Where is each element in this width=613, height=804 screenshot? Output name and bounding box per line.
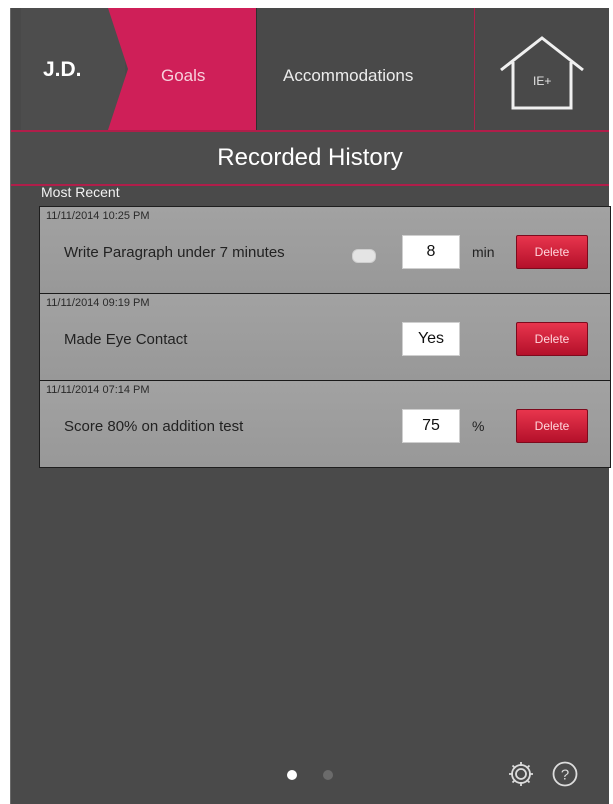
settings-icon[interactable] (507, 760, 535, 788)
delete-button[interactable]: Delete (516, 235, 588, 269)
record-title: Write Paragraph under 7 minutes (64, 244, 285, 261)
home-label: IE+ (533, 74, 552, 88)
record-title: Score 80% on addition test (64, 418, 244, 435)
app-screen: J.D. Goals Accommodations IE+ Recorded H… (10, 8, 611, 804)
student-initials: J.D. (43, 58, 82, 81)
top-nav: J.D. Goals Accommodations IE+ (11, 8, 609, 132)
svg-text:?: ? (561, 767, 569, 784)
delete-button[interactable]: Delete (516, 409, 588, 443)
record-unit: % (472, 418, 485, 434)
list-item: 11/11/2014 10:25 PM Write Paragraph unde… (40, 207, 610, 294)
tab-accommodations-label: Accommodations (283, 66, 414, 85)
history-list: 11/11/2014 10:25 PM Write Paragraph unde… (39, 206, 611, 468)
home-button[interactable]: IE+ (474, 8, 610, 130)
student-initials-tab[interactable]: J.D. (21, 8, 125, 130)
record-timestamp: 11/11/2014 07:14 PM (46, 384, 150, 396)
page-title: Recorded History (217, 144, 403, 171)
record-value-field[interactable]: 8 (402, 235, 460, 269)
page-title-bar: Recorded History (11, 132, 609, 186)
delete-button[interactable]: Delete (516, 322, 588, 356)
section-label: Most Recent (41, 184, 120, 200)
record-value-field[interactable]: 75 (402, 409, 460, 443)
record-timestamp: 11/11/2014 10:25 PM (46, 210, 150, 222)
tab-goals-label[interactable]: Goals (161, 66, 205, 86)
record-title: Made Eye Contact (64, 331, 188, 348)
record-unit: min (472, 244, 495, 260)
page-dot-2[interactable] (323, 770, 333, 780)
home-icon (500, 36, 584, 110)
help-icon[interactable]: ? (551, 760, 579, 788)
page-dot-1[interactable] (287, 770, 297, 780)
record-value-field[interactable]: Yes (402, 322, 460, 356)
record-timestamp: 11/11/2014 09:19 PM (46, 297, 150, 309)
list-item: 11/11/2014 09:19 PM Made Eye Contact Yes… (40, 294, 610, 381)
list-item: 11/11/2014 07:14 PM Score 80% on additio… (40, 381, 610, 467)
tab-accommodations[interactable]: Accommodations (256, 8, 475, 130)
record-toggle[interactable] (352, 249, 376, 263)
